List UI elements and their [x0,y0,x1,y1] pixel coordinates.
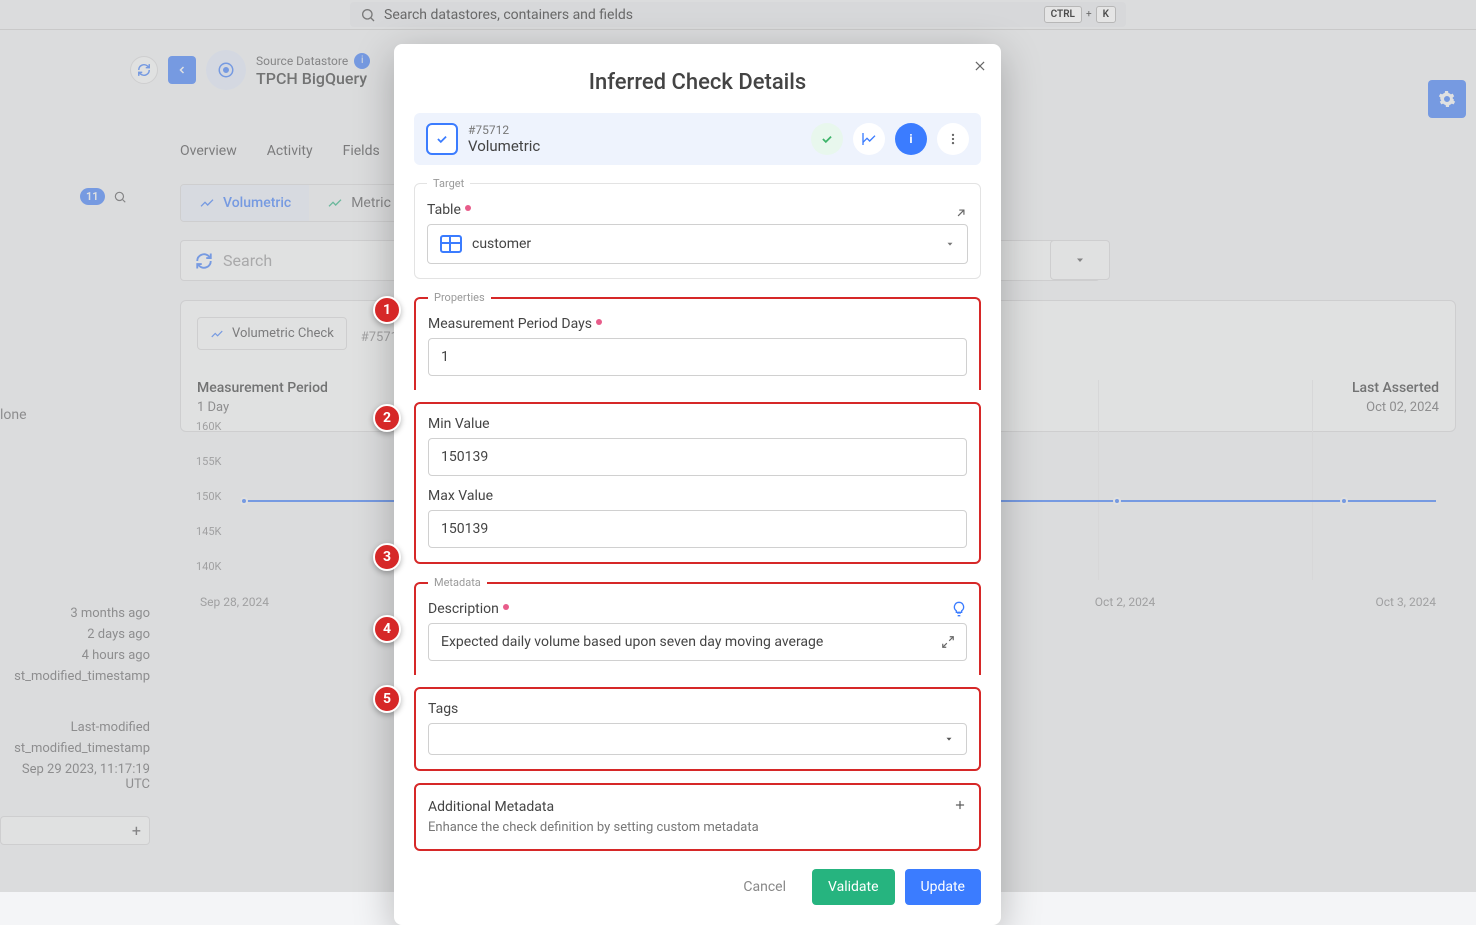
properties-legend: Properties [428,291,491,304]
pass-status-icon[interactable] [811,123,843,155]
bulb-icon[interactable] [951,601,967,617]
inferred-check-details-modal: Inferred Check Details #75712 Volumetric… [394,44,1001,925]
metadata-legend: Metadata [428,576,487,589]
modal-title: Inferred Check Details [414,70,981,95]
check-id: #75712 [468,123,801,137]
min-max-section: Min Value Max Value [414,402,981,564]
max-value-input[interactable] [428,510,967,548]
callout-4: 4 [373,615,401,643]
max-value-label: Max Value [428,488,493,504]
min-value-input[interactable] [428,438,967,476]
table-value: customer [472,236,531,252]
table-icon [440,235,462,253]
additional-metadata-label: Additional Metadata [428,799,554,815]
tags-section: Tags [414,687,981,771]
measurement-period-label: Measurement Period Days [428,316,592,332]
required-dot-icon [596,319,602,325]
additional-metadata-section: Additional Metadata Enhance the check de… [414,783,981,851]
measurement-period-input[interactable] [428,338,967,376]
table-label: Table [427,202,461,218]
callout-5: 5 [373,685,401,713]
open-link-icon[interactable] [954,206,968,220]
callout-3: 3 [373,543,401,571]
check-name: Volumetric [468,137,801,155]
add-metadata-button[interactable] [953,797,967,816]
check-type-icon [426,123,458,155]
more-vertical-icon [946,132,960,146]
target-section: Target Table customer [414,177,981,279]
required-dot-icon [503,604,509,610]
cancel-button[interactable]: Cancel [727,869,802,905]
table-select[interactable]: customer [427,224,968,264]
info-button[interactable]: i [895,123,927,155]
plus-icon [953,798,967,812]
chart-button[interactable] [853,123,885,155]
description-section: Metadata Description [414,576,981,675]
expand-icon[interactable] [941,635,955,649]
checkbox-icon [435,132,449,146]
chevron-down-icon [945,239,955,249]
close-icon [973,59,987,73]
close-button[interactable] [973,58,987,77]
modal-footer: Cancel Validate Update [414,869,981,905]
description-label: Description [428,601,499,617]
callout-1: 1 [373,296,401,324]
update-button[interactable]: Update [905,869,981,905]
required-dot-icon [465,205,471,211]
target-legend: Target [427,177,470,190]
check-header: #75712 Volumetric i [414,113,981,165]
additional-metadata-subtitle: Enhance the check definition by setting … [428,820,967,835]
measurement-period-section: Properties Measurement Period Days [414,291,981,390]
info-icon: i [909,132,912,146]
tags-label: Tags [428,701,458,717]
tags-select[interactable] [428,723,967,755]
min-value-label: Min Value [428,416,490,432]
chart-line-icon [861,131,877,147]
validate-button[interactable]: Validate [812,869,895,905]
description-input[interactable] [428,623,967,661]
callout-2: 2 [373,404,401,432]
chevron-down-icon [944,734,954,744]
more-button[interactable] [937,123,969,155]
